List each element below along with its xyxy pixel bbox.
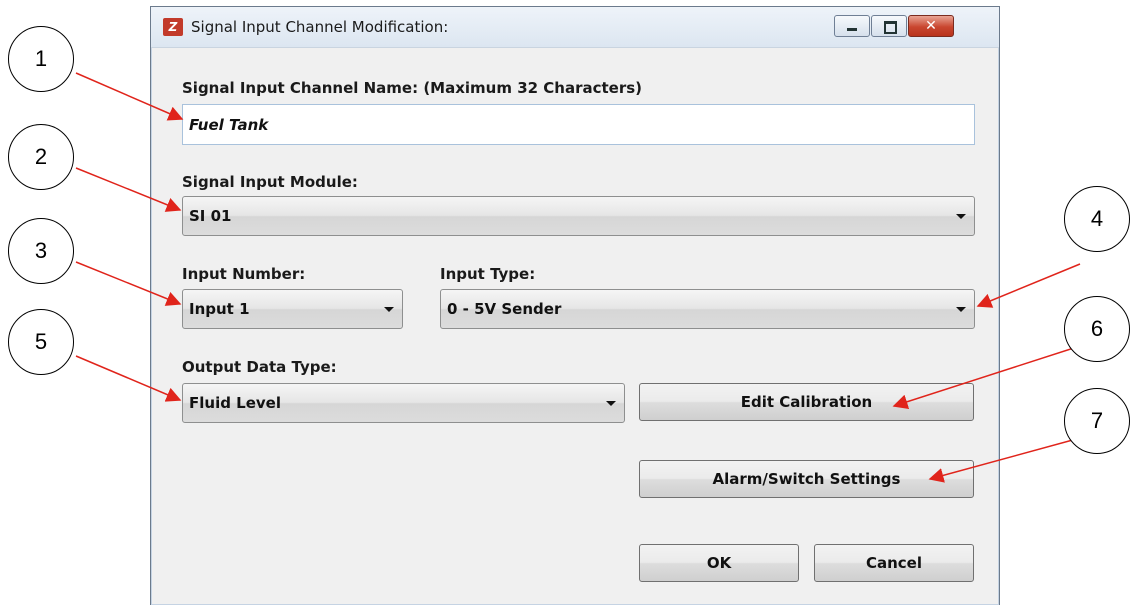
arrow-2 xyxy=(75,167,182,212)
callout-4: 4 xyxy=(1064,186,1130,252)
callout-5: 5 xyxy=(8,309,74,375)
arrow-3 xyxy=(75,261,182,306)
callout-3: 3 xyxy=(8,218,74,284)
callout-6: 6 xyxy=(1064,296,1130,362)
annotation-arrows xyxy=(75,72,1081,483)
callout-7: 7 xyxy=(1064,388,1130,454)
arrow-4 xyxy=(976,263,1081,308)
arrow-1 xyxy=(75,72,184,121)
arrow-7 xyxy=(928,437,1081,483)
arrow-6 xyxy=(892,345,1081,409)
arrow-5 xyxy=(75,355,182,402)
callout-1: 1 xyxy=(8,26,74,92)
callout-2: 2 xyxy=(8,124,74,190)
